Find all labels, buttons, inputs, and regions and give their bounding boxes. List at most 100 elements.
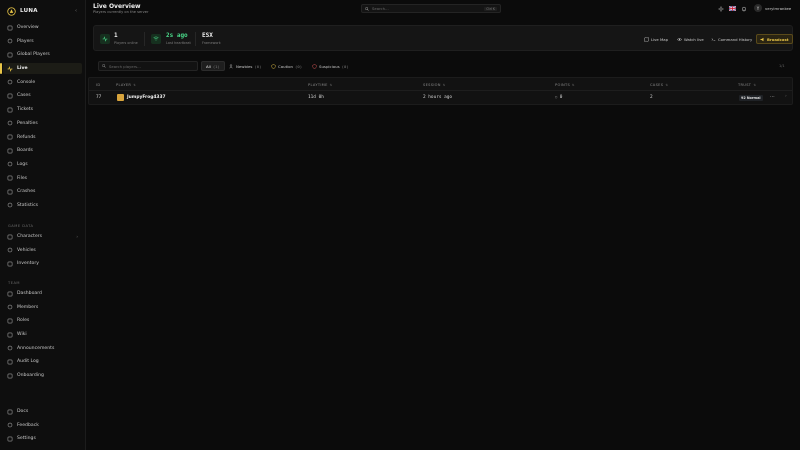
sidebar-item-dashboard[interactable]: Dashboard [3, 288, 82, 299]
sidebar-item-label: Cases [17, 93, 31, 99]
megaphone-icon [7, 345, 13, 351]
sidebar-item-announcements[interactable]: Announcements [3, 343, 82, 354]
brand[interactable]: LUNA [7, 6, 38, 16]
sort-icon: ⇅ [133, 83, 137, 87]
filter-tab-newbies[interactable]: Newbies (0) [225, 61, 266, 71]
sidebar-item-statistics[interactable]: Statistics [3, 200, 82, 211]
sidebar-item-roles[interactable]: Roles [3, 315, 82, 326]
filter-tab-caution-label: Caution [278, 63, 294, 69]
sidebar-item-refunds[interactable]: Refunds [3, 132, 82, 143]
search-icon [365, 6, 369, 11]
players-table: ID PLAYER ⇅ PLAYTIME ⇅ SESSION ⇅ POINTS ⇅ CA… [88, 77, 793, 105]
sidebar-item-wiki[interactable]: Wiki [3, 329, 82, 340]
sidebar-item-overview[interactable]: Overview [3, 22, 82, 33]
crash-icon [7, 189, 13, 195]
filter-tab-all[interactable]: All (1) [201, 61, 225, 71]
player-search-input[interactable]: Search players... [98, 61, 198, 71]
sidebar-item-label: Files [17, 175, 28, 181]
column-header-session-label: SESSION [423, 83, 441, 87]
filter-tab-newbies-label: Newbies [236, 63, 253, 69]
column-header-id[interactable]: ID [96, 83, 100, 87]
feedback-icon [7, 422, 13, 428]
global-search-placeholder: Search... [372, 6, 389, 11]
sidebar-item-cases[interactable]: Cases [3, 90, 82, 101]
sidebar-item-label: Console [17, 79, 36, 85]
column-header-playtime[interactable]: PLAYTIME ⇅ [308, 83, 332, 87]
sidebar-item-penalties[interactable]: Penalties [3, 118, 82, 129]
sidebar-item-label: Dashboard [17, 291, 42, 296]
sidebar-item-label: Tickets [17, 107, 33, 113]
filter-tab-suspicious[interactable]: Suspicious (0) [308, 61, 353, 71]
filter-tab-caution[interactable]: Caution (0) [267, 61, 306, 71]
sidebar-item-players[interactable]: Players [3, 36, 82, 47]
sidebar-item-global-players[interactable]: Global Players [3, 49, 82, 60]
sidebar-item-settings[interactable]: Settings [3, 433, 82, 444]
nav-team: Dashboard Members Roles Wiki Announcements Au… [3, 288, 82, 384]
sidebar-item-label: Refunds [17, 134, 36, 140]
column-header-session[interactable]: SESSION ⇅ [423, 83, 446, 87]
sidebar-item-label: Roles [17, 318, 30, 324]
logs-icon [7, 161, 13, 167]
sun-icon[interactable] [717, 5, 724, 12]
sidebar-item-inventory[interactable]: Inventory [3, 258, 82, 269]
sidebar-item-label: Audit Log [17, 359, 39, 365]
section-title-team: TEAM [8, 281, 21, 285]
globe-icon [7, 52, 13, 58]
user-name[interactable]: verylmrankee [765, 6, 791, 11]
sidebar-item-audit-log[interactable]: Audit Log [3, 356, 82, 367]
column-header-points[interactable]: POINTS ⇅ [555, 83, 575, 87]
cell-player[interactable]: JumpyFrog4337 [127, 95, 166, 100]
ticket-icon [7, 107, 13, 113]
more-actions-icon[interactable]: ⋯ [770, 94, 775, 100]
sidebar-item-logs[interactable]: Logs [3, 159, 82, 170]
sidebar-item-live[interactable]: Live [0, 63, 82, 75]
sidebar-item-label: Live [17, 66, 28, 72]
cell-playtime: 11d 0h [308, 95, 324, 100]
sidebar-item-console[interactable]: Console [3, 77, 82, 88]
global-search[interactable]: Search... Ctrl K [361, 4, 501, 13]
sidebar: LUNA ‹ Overview Players Global Players Live… [0, 0, 86, 450]
column-header-points-label: POINTS [555, 83, 571, 87]
column-header-trust[interactable]: TRUST ⇅ [738, 83, 756, 87]
filter-tab-all-label: All [206, 63, 211, 69]
command-history-button[interactable]: Command History [708, 34, 755, 44]
brand-name: LUNA [20, 8, 38, 14]
cell-id: 77 [96, 95, 102, 100]
caution-shield-icon [271, 63, 276, 69]
chevron-right-icon[interactable]: › [76, 234, 78, 239]
sidebar-item-label: Boards [17, 148, 33, 154]
megaphone-icon [760, 37, 764, 41]
bell-icon[interactable] [740, 5, 747, 12]
sidebar-item-crashes[interactable]: Crashes [3, 186, 82, 197]
sidebar-item-label: Inventory [17, 261, 39, 267]
briefcase-icon [7, 93, 13, 99]
column-header-player[interactable]: PLAYER ⇅ [116, 83, 136, 87]
sidebar-item-files[interactable]: Files [3, 173, 82, 184]
pagination-indicator: 1/1 [779, 64, 785, 68]
audit-icon [7, 359, 13, 365]
box-icon [7, 261, 13, 267]
sidebar-item-feedback[interactable]: Feedback [3, 420, 82, 431]
live-map-button[interactable]: Live Map [641, 34, 671, 44]
sidebar-item-vehicles[interactable]: Vehicles [3, 245, 82, 256]
user-avatar[interactable]: Y [754, 4, 762, 12]
sidebar-item-boards[interactable]: Boards [3, 145, 82, 156]
points-circle-icon: ◯ [555, 95, 558, 99]
uk-flag-icon[interactable] [729, 6, 736, 11]
sidebar-item-label: Members [17, 304, 39, 310]
sidebar-item-characters[interactable]: Characters › [3, 231, 82, 242]
sidebar-item-docs[interactable]: Docs [3, 406, 82, 417]
chevron-right-icon[interactable]: › [785, 94, 787, 99]
luna-logo-icon [7, 6, 16, 16]
sidebar-item-members[interactable]: Members [3, 302, 82, 313]
sidebar-collapse-icon[interactable]: ‹ [73, 8, 79, 14]
folder-icon [7, 175, 13, 181]
sidebar-item-onboarding[interactable]: Onboarding [3, 370, 82, 381]
sidebar-item-tickets[interactable]: Tickets [3, 104, 82, 115]
terminal-icon [711, 37, 716, 41]
column-header-cases[interactable]: CASES ⇅ [650, 83, 668, 87]
watch-live-button[interactable]: Watch live [674, 34, 707, 44]
cell-session: 2 hours ago [423, 95, 453, 100]
broadcast-button[interactable]: Broadcast [756, 34, 793, 44]
command-history-label: Command History [718, 36, 753, 42]
